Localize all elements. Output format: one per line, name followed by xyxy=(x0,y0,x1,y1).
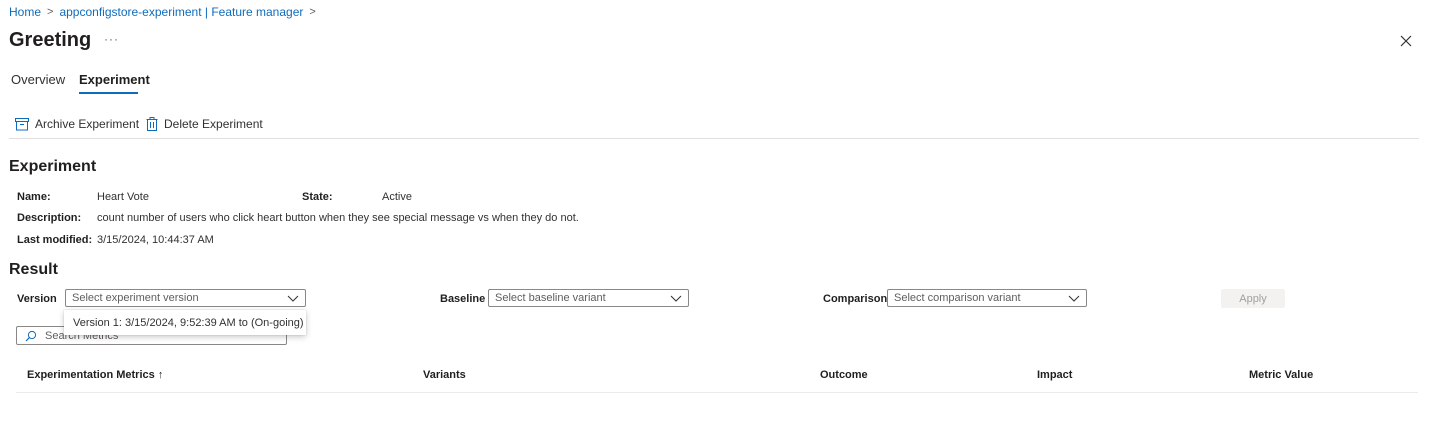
column-header-variants[interactable]: Variants xyxy=(423,369,466,381)
page-title: Greeting xyxy=(9,29,92,51)
name-label: Name: xyxy=(17,191,51,203)
chevron-right-icon: > xyxy=(47,6,54,18)
version-dropdown[interactable]: Select experiment version xyxy=(65,289,306,307)
breadcrumb-feature-manager-link[interactable]: appconfigstore-experiment | Feature mana… xyxy=(59,5,303,19)
chevron-down-icon xyxy=(670,295,682,302)
close-icon xyxy=(1400,35,1412,47)
delete-experiment-button[interactable]: Delete Experiment xyxy=(146,117,263,131)
tab-overview[interactable]: Overview xyxy=(11,72,65,87)
column-header-metrics[interactable]: Experimentation Metrics ↑ xyxy=(27,369,163,381)
trash-icon xyxy=(146,117,158,131)
chevron-down-icon xyxy=(1068,295,1080,302)
version-label: Version xyxy=(17,293,57,305)
last-modified-label: Last modified: xyxy=(17,234,93,246)
breadcrumb-home-link[interactable]: Home xyxy=(9,5,41,19)
comparison-dropdown[interactable]: Select comparison variant xyxy=(887,289,1087,307)
archive-experiment-label: Archive Experiment xyxy=(35,117,140,131)
tab-experiment[interactable]: Experiment xyxy=(79,72,150,87)
description-value: count number of users who click heart bu… xyxy=(97,212,579,224)
archive-icon xyxy=(15,117,29,130)
column-header-metric-value[interactable]: Metric Value xyxy=(1249,369,1313,381)
active-tab-indicator xyxy=(79,92,138,94)
version-dropdown-text: Select experiment version xyxy=(72,292,199,304)
apply-button[interactable]: Apply xyxy=(1221,289,1285,308)
close-button[interactable] xyxy=(1396,31,1416,51)
state-label: State: xyxy=(302,191,333,203)
chevron-down-icon xyxy=(287,295,299,302)
chevron-right-icon: > xyxy=(309,6,316,18)
breadcrumb: Home > appconfigstore-experiment | Featu… xyxy=(9,5,322,19)
name-value: Heart Vote xyxy=(97,191,149,203)
baseline-dropdown-text: Select baseline variant xyxy=(495,292,606,304)
toolbar-divider xyxy=(9,138,1419,139)
version-option[interactable]: Version 1: 3/15/2024, 9:52:39 AM to (On-… xyxy=(73,317,304,329)
delete-experiment-label: Delete Experiment xyxy=(164,117,263,131)
column-header-impact[interactable]: Impact xyxy=(1037,369,1072,381)
result-heading: Result xyxy=(9,261,58,278)
description-label: Description: xyxy=(17,212,82,224)
archive-experiment-button[interactable]: Archive Experiment xyxy=(15,117,139,131)
baseline-label: Baseline xyxy=(440,293,486,305)
table-header-divider xyxy=(16,392,1418,393)
experiment-heading: Experiment xyxy=(9,158,97,175)
comparison-label: Comparison xyxy=(823,293,888,305)
more-options-button[interactable]: ··· xyxy=(104,32,119,46)
version-dropdown-menu: Version 1: 3/15/2024, 9:52:39 AM to (On-… xyxy=(64,310,306,335)
last-modified-value: 3/15/2024, 10:44:37 AM xyxy=(97,234,214,246)
column-header-outcome[interactable]: Outcome xyxy=(820,369,868,381)
search-icon xyxy=(25,330,37,342)
state-value: Active xyxy=(382,191,412,203)
comparison-dropdown-text: Select comparison variant xyxy=(894,292,1021,304)
baseline-dropdown[interactable]: Select baseline variant xyxy=(488,289,689,307)
